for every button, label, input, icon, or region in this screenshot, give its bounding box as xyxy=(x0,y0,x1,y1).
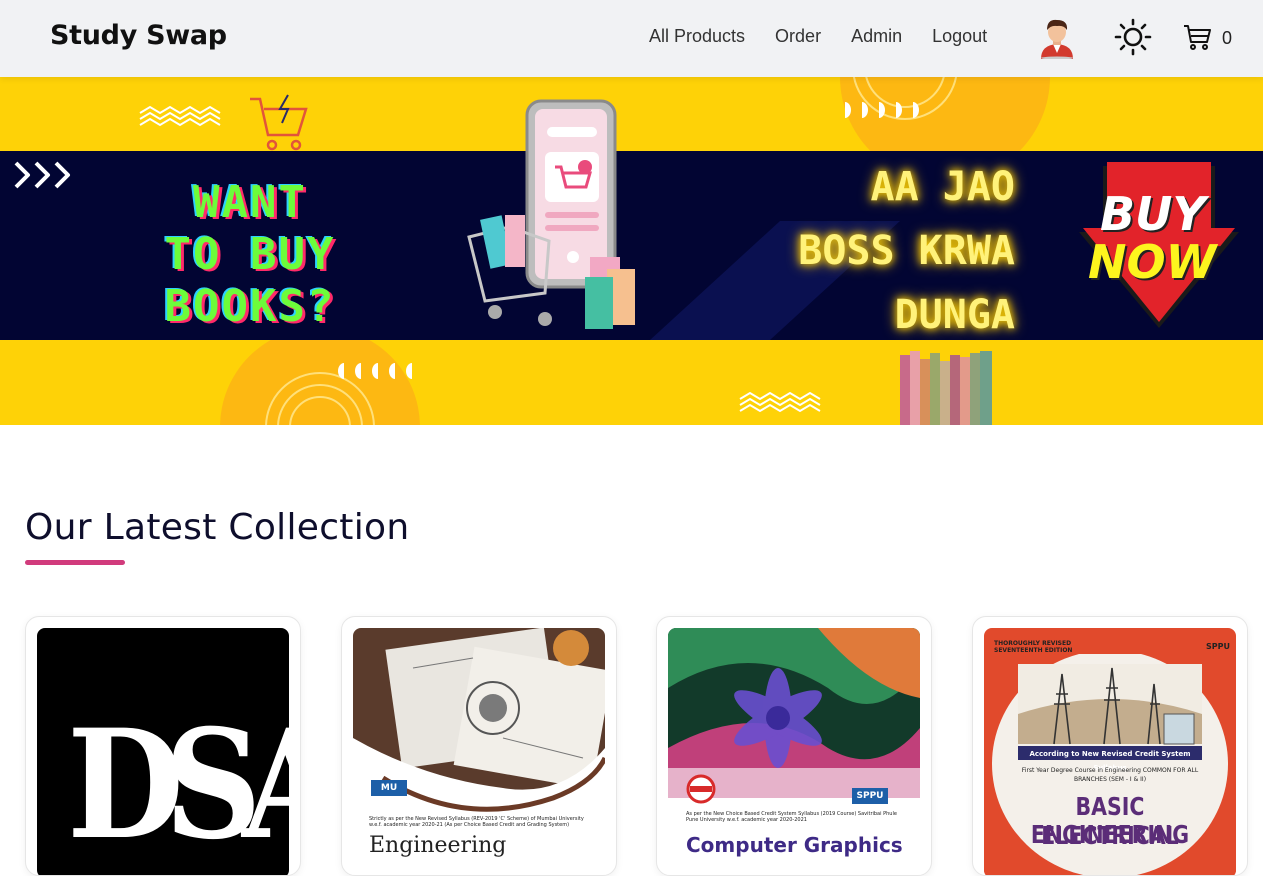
product-cover-subtitle: Strictly as per the New Revised Syllabus… xyxy=(369,816,584,828)
product-cover-subtitle: As per the New Choice Based Credit Syste… xyxy=(686,811,897,823)
product-cover-course: First Year Degree Course in Engineering … xyxy=(1021,767,1199,783)
publisher-badge: SPPU xyxy=(852,788,888,804)
buy-now-label-buy[interactable]: BUY xyxy=(1100,187,1206,241)
product-cover-title-line2: ENGINEERING xyxy=(1030,820,1190,849)
section-title: Our Latest Collection xyxy=(25,507,410,548)
product-cover-image[interactable]: MU Strictly as per the New Revised Sylla… xyxy=(353,628,605,875)
banner-right-line-1: AA JAO xyxy=(870,164,1016,210)
product-card[interactable]: MU Strictly as per the New Revised Sylla… xyxy=(341,616,617,876)
product-cover-image[interactable]: SPPU As per the New Choice Based Credit … xyxy=(668,628,920,875)
banner-right-line-3: DUNGA xyxy=(894,292,1015,338)
product-cover-image[interactable]: DSA xyxy=(37,628,289,875)
fractal-flower-cover-art xyxy=(668,628,920,798)
nav-admin[interactable]: Admin xyxy=(836,26,917,47)
product-cover-title: Engineering xyxy=(369,833,507,858)
banner-left-line-3: BOOKS? xyxy=(164,281,336,332)
banner-headline-left: WANT TO BUY BOOKS? xyxy=(110,177,390,333)
product-card[interactable]: SPPU As per the New Choice Based Credit … xyxy=(656,616,932,876)
publisher-badge: MU xyxy=(371,780,407,796)
product-cover-edition: THOROUGHLY REVISED SEVENTEENTH EDITION xyxy=(994,640,1073,654)
buy-now-label-now[interactable]: NOW xyxy=(1088,235,1216,289)
cart-count: 0 xyxy=(1222,28,1233,48)
book-stack-illustration xyxy=(900,351,992,425)
hero-banner[interactable]: WANT TO BUY BOOKS? AA JAO BOSS KRWA DUNG… xyxy=(0,77,1263,425)
banner-headline-right: AA JAO BOSS KRWA DUNGA xyxy=(735,155,1015,347)
banner-left-line-2: TO BUY xyxy=(164,229,336,280)
nav-logout[interactable]: Logout xyxy=(917,26,1002,47)
banner-right-line-2: BOSS KRWA xyxy=(798,228,1015,274)
brand-logo[interactable]: Study Swap xyxy=(50,20,227,51)
phone-shopping-illustration xyxy=(467,99,635,329)
shopping-cart-icon[interactable] xyxy=(1182,22,1212,52)
nav-links: All Products Order Admin Logout xyxy=(634,26,1002,47)
banner-left-line-1: WANT xyxy=(193,177,307,228)
nav-order[interactable]: Order xyxy=(760,26,836,47)
navbar: Study Swap All Products Order Admin Logo… xyxy=(0,0,1263,77)
copyright-seal-icon xyxy=(686,774,716,804)
section-title-underline xyxy=(25,560,125,565)
product-card[interactable]: DSA xyxy=(25,616,301,876)
product-cover-title: Computer Graphics xyxy=(686,833,903,857)
nav-all-products[interactable]: All Products xyxy=(634,26,760,47)
publisher-badge: SPPU xyxy=(1206,642,1230,651)
product-card[interactable]: THOROUGHLY REVISED SEVENTEENTH EDITION S… xyxy=(972,616,1248,876)
user-avatar-icon[interactable] xyxy=(1037,17,1077,59)
sun-theme-toggle-icon[interactable] xyxy=(1114,18,1152,56)
product-cover-title: DSA xyxy=(67,697,289,873)
product-cover-image[interactable]: THOROUGHLY REVISED SEVENTEENTH EDITION S… xyxy=(984,628,1236,875)
